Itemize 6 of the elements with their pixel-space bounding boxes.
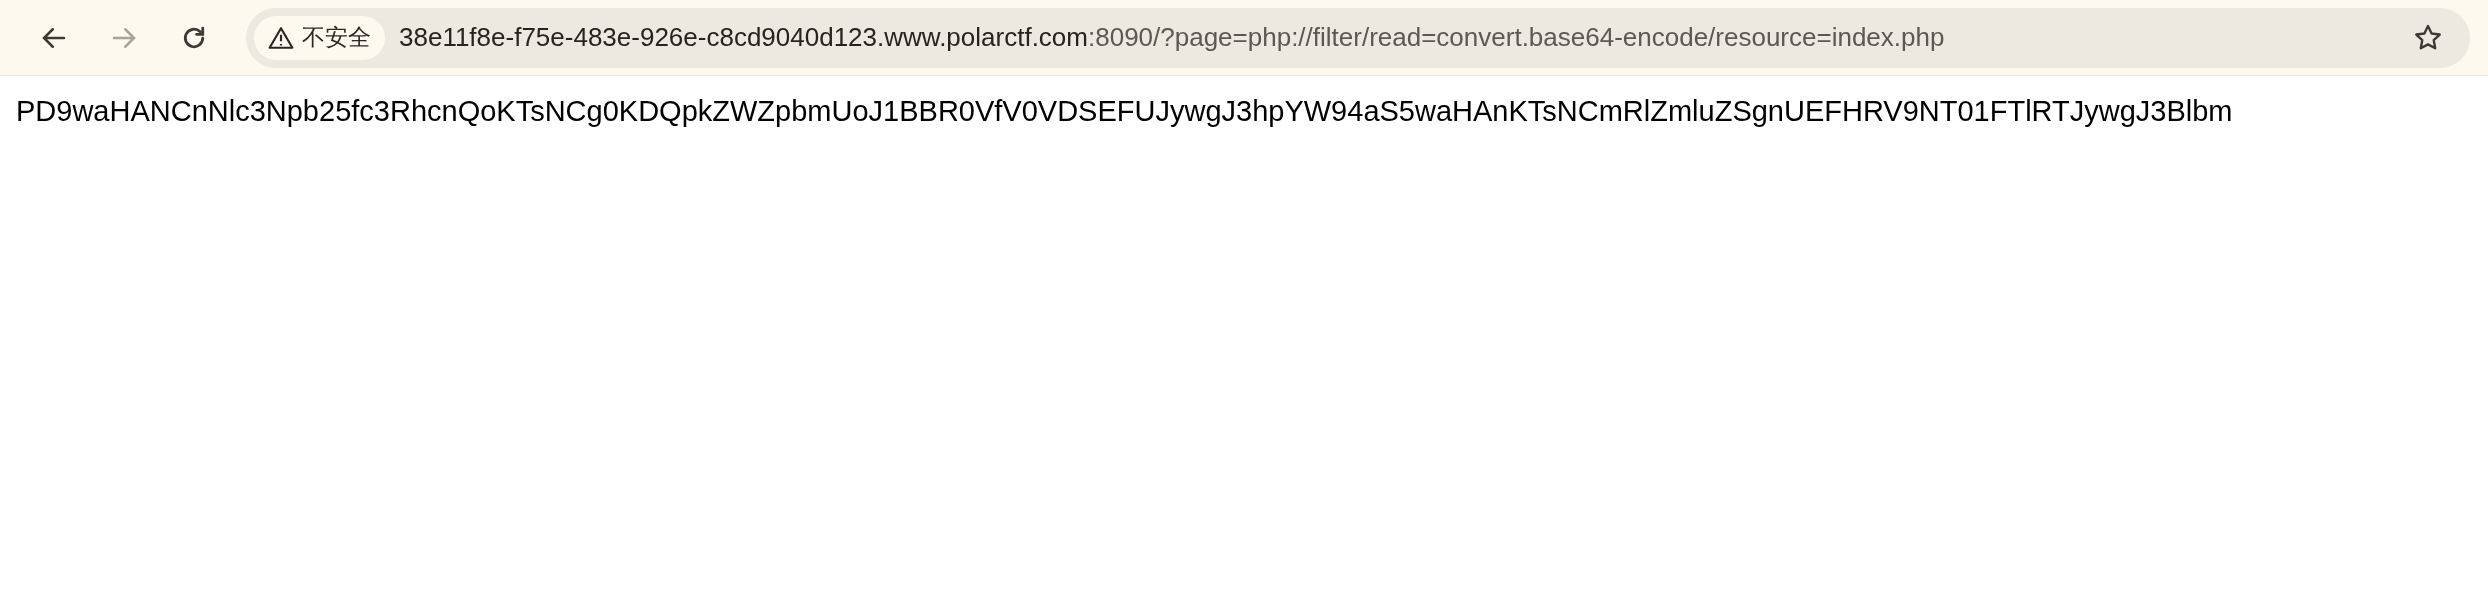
security-chip[interactable]: 不安全	[254, 15, 385, 60]
url-host-text: 38e11f8e-f75e-483e-926e-c8cd9040d123.www.polarctf.com	[399, 21, 1088, 54]
address-bar[interactable]: 不安全 38e11f8e-f75e-483e-926e-c8cd9040d123.www.polarctf.com:8090/?page=php://filter/read=convert.base64-encode/resource=index.php	[246, 7, 2470, 68]
url-path-text: :8090/?page=php://filter/read=convert.base64-encode/resource=index.php	[1088, 21, 1945, 54]
encoded-text: PD9waHANCnNlc3Npb25fc3RhcnQoKTsNCg0KDQpkZWZpbmUoJ1BBR0VfV0VDSEFUJywgJ3hpYW94aS5waHAnKTsNCmRlZmluZSgnUEFHRV9NT01FTlRTJywgJ3Blbm	[15, 94, 2234, 129]
warning-icon	[268, 25, 294, 50]
